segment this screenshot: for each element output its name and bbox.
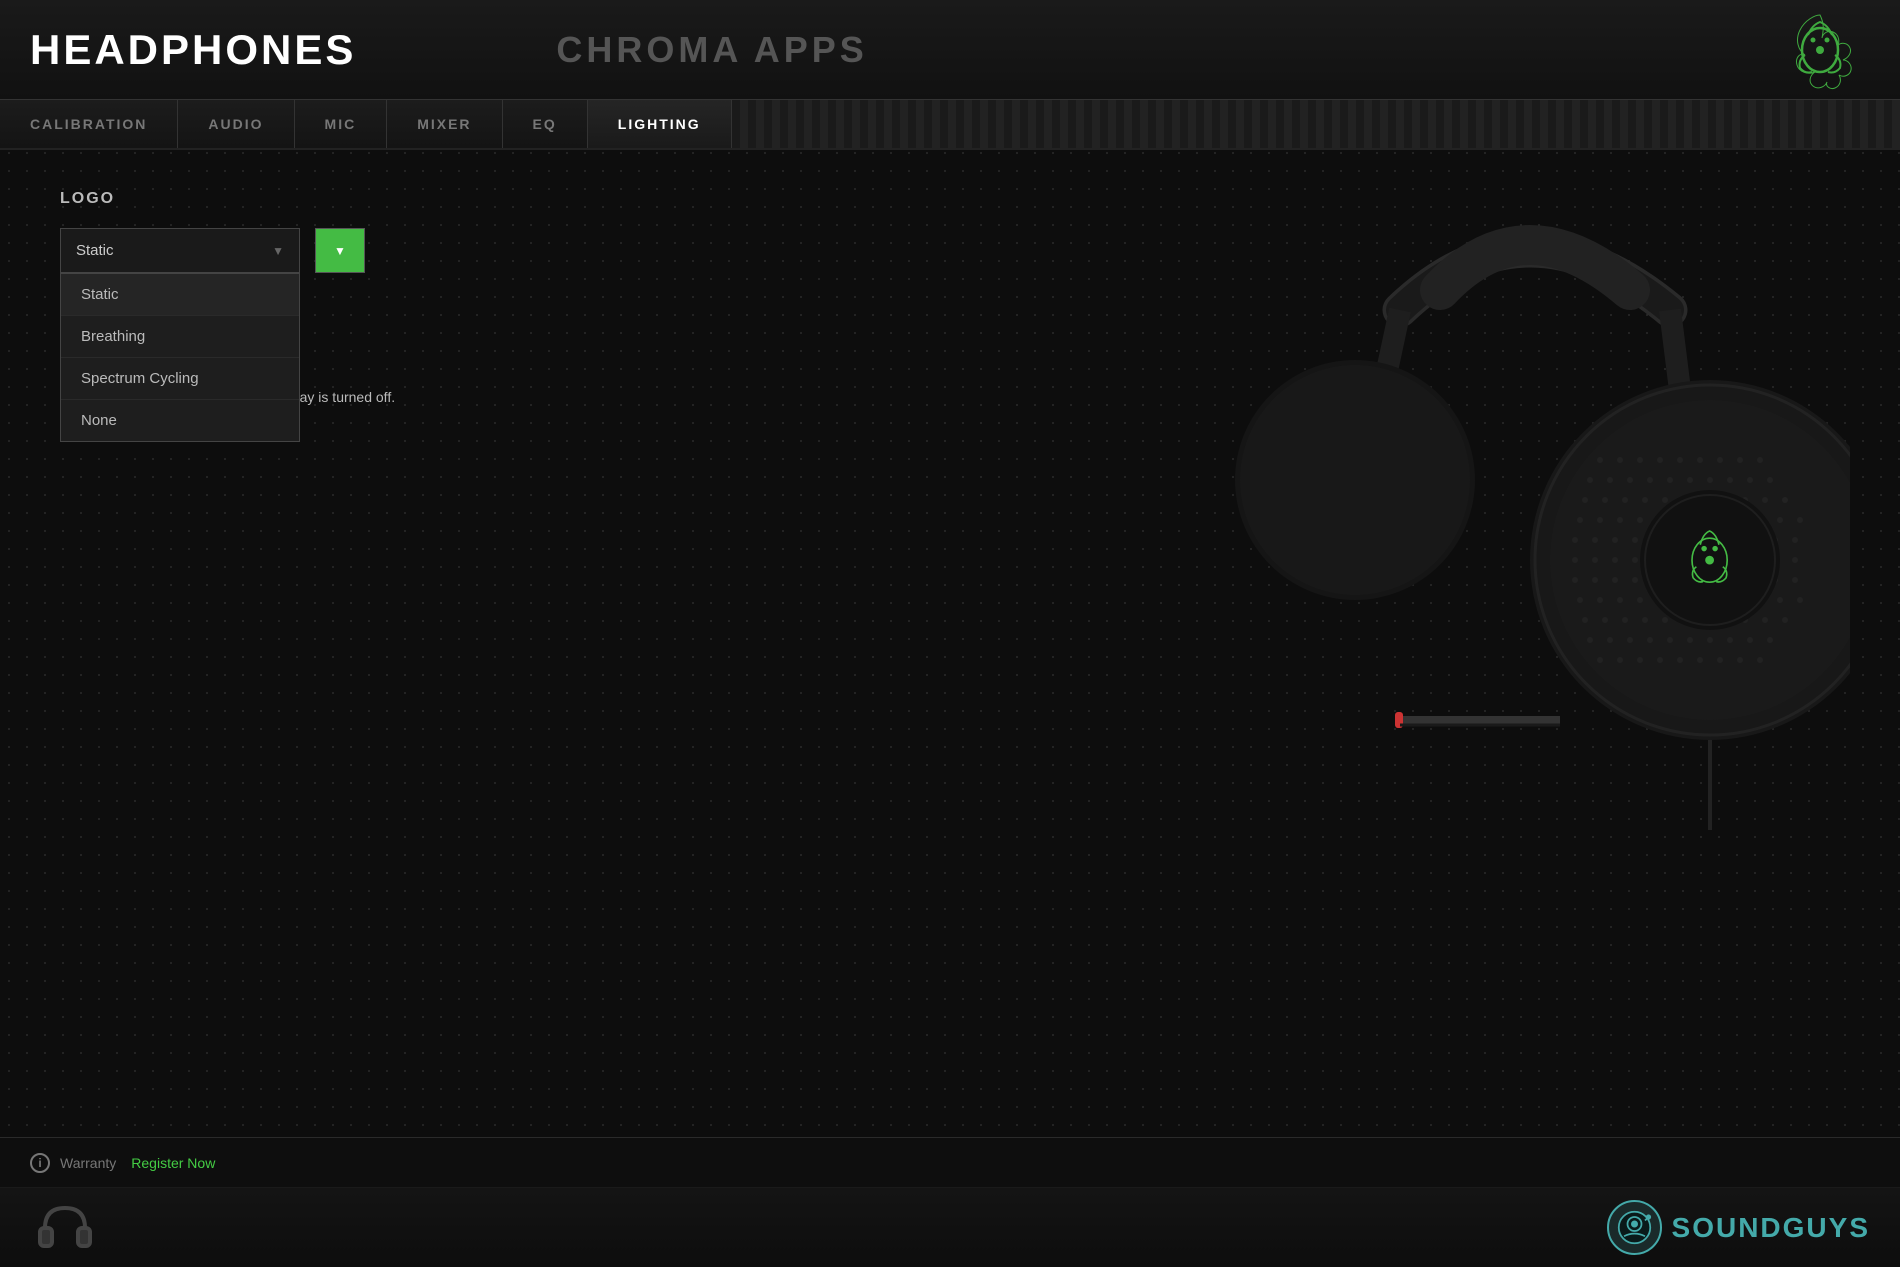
- soundguys-logo: SOUNDGUYS: [1607, 1200, 1870, 1255]
- dropdown-item-none[interactable]: None: [61, 400, 299, 441]
- nav-eq[interactable]: EQ: [503, 100, 588, 148]
- footer: SOUNDGUYS: [0, 1187, 1900, 1267]
- soundguys-icon: [1607, 1200, 1662, 1255]
- razer-logo: [1770, 10, 1870, 90]
- app-title: HEADPHONES: [30, 26, 356, 74]
- bottom-bar: i Warranty Register Now: [0, 1137, 1900, 1187]
- register-now-link[interactable]: Register Now: [131, 1155, 215, 1171]
- select-arrow-icon: ▼: [272, 244, 284, 258]
- nav-audio[interactable]: AUDIO: [178, 100, 294, 148]
- dropdown-menu: Static Breathing Spectrum Cycling None: [60, 273, 300, 442]
- chroma-title: CHROMA APPS: [556, 29, 867, 71]
- nav-mic[interactable]: MIC: [295, 100, 388, 148]
- color-picker-button[interactable]: ▼: [315, 228, 365, 273]
- effect-select-wrapper: Static ▼ Static Breathing Spectrum Cycli…: [60, 228, 300, 273]
- footer-headphone-icon: [30, 1193, 100, 1263]
- section-label: LOGO: [60, 190, 660, 208]
- dropdown-item-spectrum-cycling[interactable]: Spectrum Cycling: [61, 358, 299, 400]
- main-content: LOGO Static ▼ Static Breathing Spectrum …: [0, 150, 1900, 1127]
- nav-lighting[interactable]: LIGHTING: [588, 100, 732, 148]
- left-panel: LOGO Static ▼ Static Breathing Spectrum …: [60, 190, 660, 1087]
- nav-calibration[interactable]: CALIBRATION: [0, 100, 178, 148]
- effect-selected-value: Static: [76, 242, 114, 259]
- warranty-text: Warranty: [60, 1155, 116, 1171]
- nav-mixer[interactable]: MIXER: [387, 100, 502, 148]
- warranty-info-icon: i: [30, 1153, 50, 1173]
- dropdown-item-breathing[interactable]: Breathing: [61, 316, 299, 358]
- dropdown-item-static[interactable]: Static: [61, 274, 299, 316]
- soundguys-text: SOUNDGUYS: [1672, 1212, 1870, 1244]
- nav-bar: CALIBRATION AUDIO MIC MIXER EQ LIGHTING: [0, 100, 1900, 150]
- effect-select[interactable]: Static ▼: [60, 228, 300, 273]
- dropdown-row: Static ▼ Static Breathing Spectrum Cycli…: [60, 228, 660, 273]
- header: HEADPHONES CHROMA APPS: [0, 0, 1900, 100]
- color-picker-arrow-icon: ▼: [334, 244, 346, 258]
- nav-bar-fill: [732, 100, 1900, 148]
